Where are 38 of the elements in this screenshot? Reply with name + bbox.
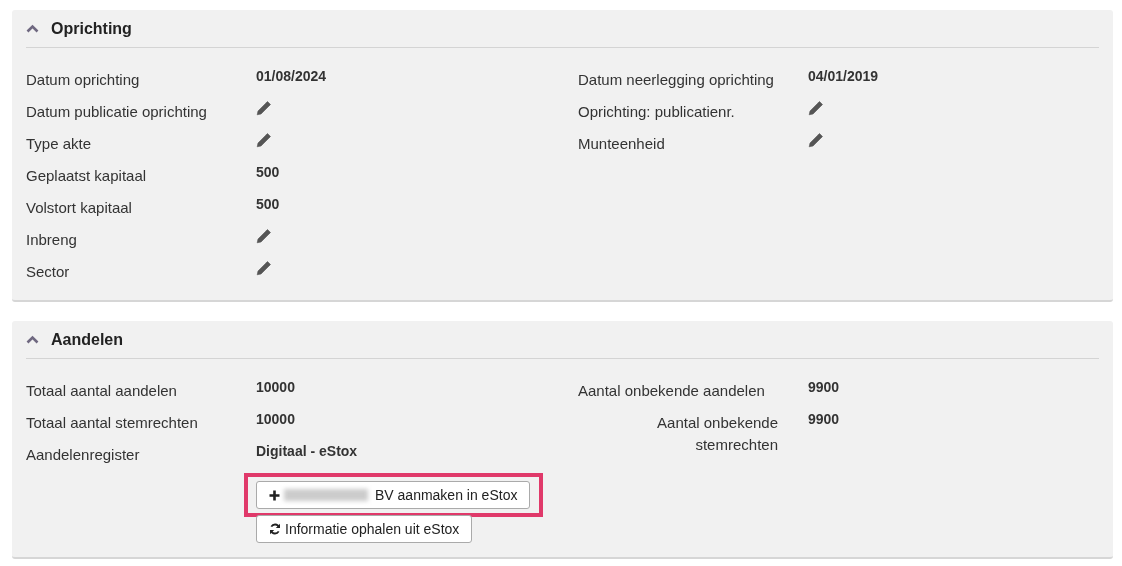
section-title: Oprichting	[51, 19, 132, 38]
pencil-icon[interactable]	[256, 132, 272, 148]
section-title: Aandelen	[51, 330, 123, 349]
pencil-icon[interactable]	[256, 100, 272, 116]
field-label: Munteenheid	[578, 134, 665, 154]
pencil-icon[interactable]	[256, 260, 272, 276]
action-button[interactable]: Informatie ophalen uit eStox	[256, 515, 473, 543]
plus-icon	[269, 489, 280, 501]
action-button[interactable]: BV aanmaken in eStox	[256, 481, 531, 509]
field-value: 04/01/2019	[808, 67, 879, 86]
field-value: 9900	[808, 378, 840, 397]
pencil-icon[interactable]	[256, 228, 272, 244]
chevron-up-icon[interactable]	[26, 335, 39, 344]
refresh-icon	[269, 523, 281, 535]
field-label: Datum neerlegging oprichting	[578, 70, 774, 90]
field-label: Aantal onbekende stemrechten	[656, 413, 778, 455]
field-label: Aandelenregister	[26, 445, 140, 465]
field-label: Datum publicatie oprichting	[26, 102, 207, 122]
field-label: Type akte	[26, 134, 92, 154]
field-label: Inbreng	[26, 230, 77, 250]
field-value: 9900	[808, 410, 840, 429]
field-value: 500	[256, 195, 280, 214]
pencil-icon[interactable]	[808, 132, 824, 148]
field-label: Volstort kapitaal	[26, 198, 132, 218]
pencil-icon[interactable]	[808, 100, 824, 116]
field-value: 10000	[256, 410, 295, 429]
field-label: Oprichting: publicatienr.	[578, 102, 735, 122]
field-label: Aantal onbekende aandelen	[578, 381, 765, 401]
field-value: 10000	[256, 378, 295, 397]
field-label: Geplaatst kapitaal	[26, 166, 147, 186]
chevron-up-icon[interactable]	[26, 24, 39, 33]
field-label: Datum oprichting	[26, 70, 140, 90]
field-label: Sector	[26, 262, 70, 282]
field-label: Totaal aantal stemrechten	[26, 413, 198, 433]
field-value: Digitaal - eStox	[256, 442, 358, 461]
field-value: 500	[256, 163, 280, 182]
field-label: Totaal aantal aandelen	[26, 381, 177, 401]
field-value: 01/08/2024	[256, 67, 327, 86]
